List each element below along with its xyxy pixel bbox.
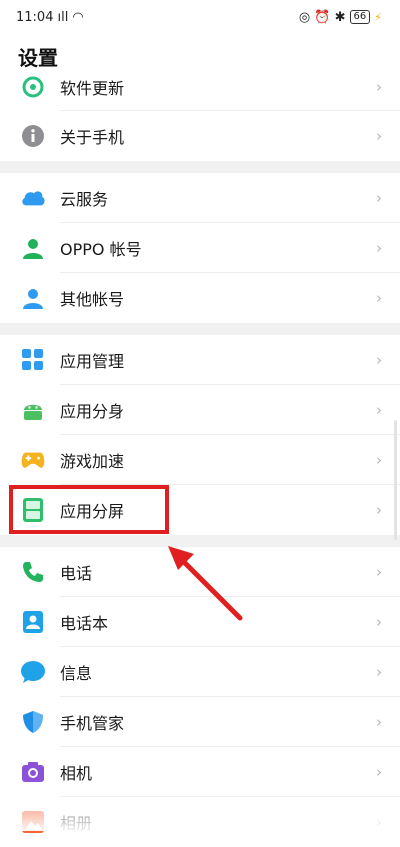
settings-item-label: 关于手机 — [60, 128, 125, 147]
bottom-fade — [0, 780, 400, 831]
grid-icon — [20, 347, 46, 373]
settings-list: 软件更新 › 关于手机 › 云服务 › OPPO 帐号 › 其他帐号 › 应用管理 › 应用分身 › 游戏加… — [0, 62, 400, 847]
chevron-right-icon: › — [376, 763, 382, 781]
chevron-right-icon: › — [376, 189, 382, 207]
settings-item-other-accounts[interactable]: 其他帐号 › — [0, 273, 400, 323]
settings-item-app-clone[interactable]: 应用分身 › — [0, 385, 400, 435]
settings-item-label: 应用分身 — [60, 402, 125, 421]
chevron-right-icon: › — [376, 451, 382, 469]
settings-item-app-management[interactable]: 应用管理 › — [0, 335, 400, 385]
charging-icon: ⚡ — [374, 10, 382, 24]
message-icon — [20, 659, 46, 685]
settings-item-label: 电话本 — [60, 614, 109, 633]
chevron-right-icon: › — [376, 127, 382, 145]
contacts-icon — [20, 609, 46, 635]
settings-item-label: 游戏加速 — [60, 452, 125, 471]
settings-item-label: 电话 — [60, 564, 93, 583]
chevron-right-icon: › — [376, 239, 382, 257]
settings-item-label: 软件更新 — [60, 78, 125, 98]
settings-item-software-update[interactable]: 软件更新 › — [0, 62, 400, 111]
settings-item-phone-manager[interactable]: 手机管家 › — [0, 697, 400, 747]
settings-item-cloud-service[interactable]: 云服务 › — [0, 173, 400, 223]
highlight-box — [9, 485, 169, 534]
chevron-right-icon: › — [376, 289, 382, 307]
settings-item-oppo-account[interactable]: OPPO 帐号 › — [0, 223, 400, 273]
settings-item-label: 云服务 — [60, 190, 109, 209]
wifi-icon: ◠ — [72, 9, 84, 25]
info-icon — [20, 123, 46, 149]
status-icons: ◎ ⏰ ✱ — [298, 9, 346, 25]
signal-icon: ıll — [57, 9, 69, 25]
settings-item-game-acceleration[interactable]: 游戏加速 › — [0, 435, 400, 485]
status-bar: 11:04 ıll ◠ ◎ ⏰ ✱ 66 ⚡ — [0, 0, 400, 34]
chevron-right-icon: › — [376, 663, 382, 681]
settings-item-label: 其他帐号 — [60, 290, 125, 309]
chevron-right-icon: › — [376, 401, 382, 419]
settings-item-label: 手机管家 — [60, 714, 125, 733]
chevron-right-icon: › — [376, 77, 382, 96]
user-icon — [20, 235, 46, 261]
settings-item-label: 应用管理 — [60, 352, 125, 371]
phone-icon — [20, 559, 46, 585]
chevron-right-icon: › — [376, 351, 382, 369]
battery-icon: 66 — [349, 10, 371, 24]
chevron-right-icon: › — [376, 501, 382, 519]
user-icon — [20, 285, 46, 311]
status-right: ◎ ⏰ ✱ 66 ⚡ — [299, 10, 382, 25]
group-divider — [0, 323, 400, 335]
group-divider — [0, 161, 400, 173]
settings-item-messages[interactable]: 信息 › — [0, 647, 400, 697]
red-arrow-annotation — [168, 546, 243, 621]
chevron-right-icon: › — [376, 613, 382, 631]
settings-item-label: OPPO 帐号 — [60, 240, 142, 259]
android-icon — [20, 397, 46, 423]
scrollbar[interactable] — [394, 420, 397, 540]
chevron-right-icon: › — [376, 563, 382, 581]
refresh-icon — [20, 74, 46, 100]
status-left: 11:04 ıll ◠ — [16, 10, 84, 25]
settings-item-about-phone[interactable]: 关于手机 › — [0, 111, 400, 161]
chevron-right-icon: › — [376, 713, 382, 731]
gamepad-icon — [20, 447, 46, 473]
cloud-icon — [20, 185, 46, 211]
status-time: 11:04 — [16, 9, 54, 25]
shield-icon — [20, 709, 46, 735]
settings-item-label: 信息 — [60, 664, 93, 683]
